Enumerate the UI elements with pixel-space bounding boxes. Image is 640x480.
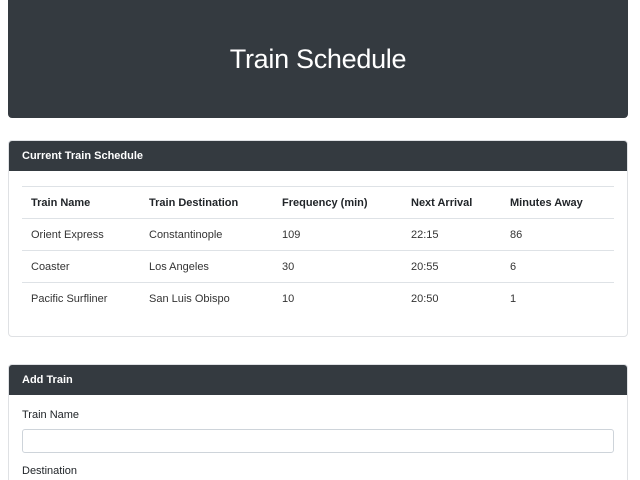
schedule-card-title: Current Train Schedule [9,141,627,171]
cell-frequency: 10 [273,282,402,314]
cell-minutes-away: 86 [501,218,614,251]
cell-minutes-away: 1 [501,282,614,314]
train-name-input[interactable] [22,429,614,453]
column-header-next-arrival: Next Arrival [402,186,501,219]
schedule-card: Current Train Schedule Train Name Train … [8,140,628,337]
schedule-table: Train Name Train Destination Frequency (… [22,186,614,314]
column-header-destination: Train Destination [140,186,273,219]
header-banner: Train Schedule [8,0,628,118]
train-name-label: Train Name [22,409,80,421]
cell-next-arrival: 22:15 [402,218,501,251]
cell-train-name: Orient Express [22,218,140,251]
page-title: Train Schedule [229,43,407,74]
cell-frequency: 30 [273,250,402,283]
add-train-card: Add Train Train Name Destination [8,364,628,480]
add-train-form: Train Name Destination [9,395,627,479]
table-row: Pacific Surfliner San Luis Obispo 10 20:… [22,282,614,314]
page: Train Schedule Current Train Schedule Tr… [0,0,640,480]
column-header-minutes-away: Minutes Away [501,186,614,219]
add-train-card-title: Add Train [9,365,627,395]
column-header-train-name: Train Name [22,186,140,219]
cell-destination: San Luis Obispo [140,282,273,314]
cell-train-name: Pacific Surfliner [22,282,140,314]
table-header-row: Train Name Train Destination Frequency (… [22,186,614,219]
cell-minutes-away: 6 [501,250,614,283]
destination-label: Destination [22,465,78,477]
cell-train-name: Coaster [22,250,140,283]
table-row: Orient Express Constantinople 109 22:15 … [22,218,614,251]
cell-destination: Los Angeles [140,250,273,283]
cell-next-arrival: 20:55 [402,250,501,283]
cell-destination: Constantinople [140,218,273,251]
table-row: Coaster Los Angeles 30 20:55 6 [22,250,614,283]
cell-next-arrival: 20:50 [402,282,501,314]
cell-frequency: 109 [273,218,402,251]
column-header-frequency: Frequency (min) [273,186,402,219]
